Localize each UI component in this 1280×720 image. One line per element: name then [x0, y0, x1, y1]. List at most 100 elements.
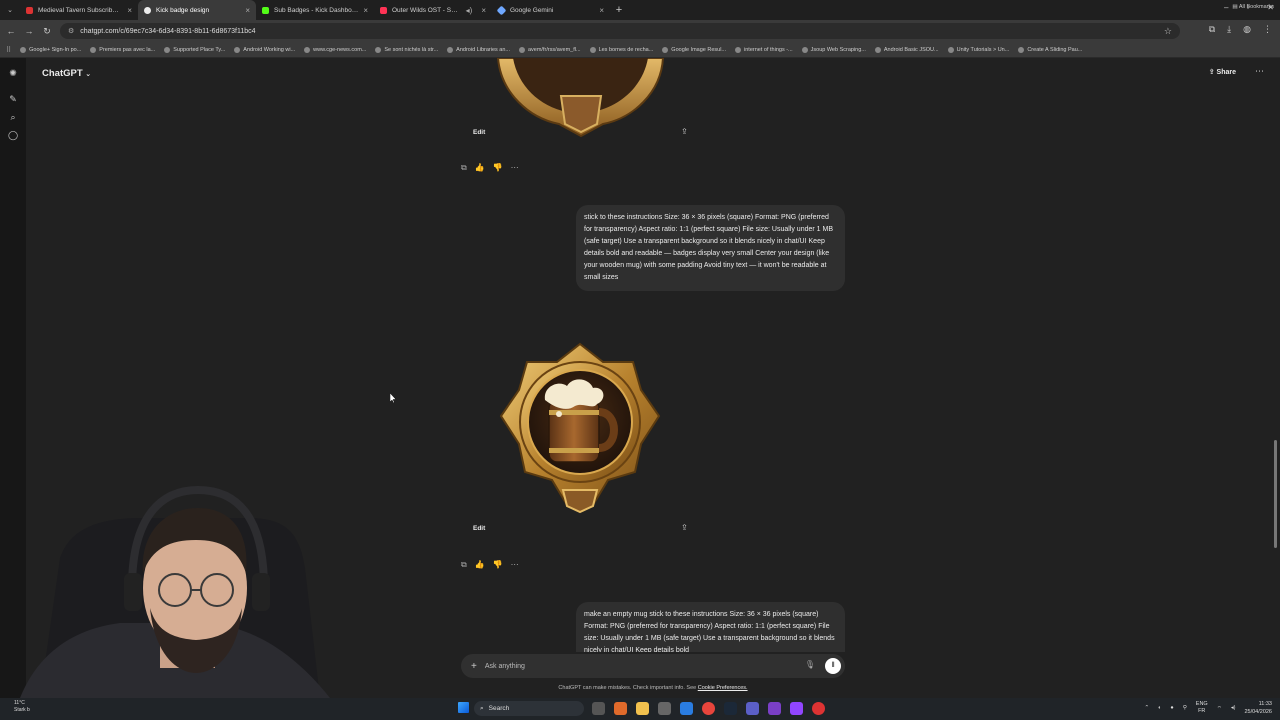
- thumbs-down-icon[interactable]: 👎: [493, 560, 503, 570]
- bookmark-favicon-icon: [874, 46, 881, 53]
- close-icon[interactable]: ×: [127, 6, 132, 15]
- apps-icon[interactable]: ⠿: [6, 46, 11, 54]
- tray-app-icon[interactable]: ●: [1170, 705, 1173, 711]
- bookmark-item[interactable]: Android Libraries an...: [447, 46, 510, 53]
- bookmark-item[interactable]: Android Working wi...: [234, 46, 295, 53]
- scrollbar[interactable]: [1274, 440, 1277, 548]
- chat-bubble-icon[interactable]: ◯: [8, 130, 18, 140]
- star-icon[interactable]: ☆: [1164, 26, 1172, 37]
- thumbs-up-icon[interactable]: 👍: [475, 560, 485, 570]
- thumbs-down-icon[interactable]: 👎: [493, 163, 503, 173]
- clock[interactable]: 11:33 25/04/2026: [1244, 700, 1272, 716]
- share-button[interactable]: ⇪ Share: [1209, 68, 1236, 76]
- more-icon[interactable]: ⋯: [511, 560, 519, 570]
- tab-0[interactable]: Medieval Tavern Subscriber Ba... ×: [20, 0, 138, 20]
- thumbs-up-icon[interactable]: 👍: [475, 163, 485, 173]
- lang-bottom: FR: [1198, 708, 1206, 714]
- mic-icon[interactable]: 🎙: [805, 660, 815, 669]
- bookmark-item[interactable]: avem/fr/rss/avem_fl...: [518, 46, 581, 53]
- weather-label: Stark b: [14, 707, 30, 713]
- mug-badge-image[interactable]: [463, 340, 698, 515]
- visual-studio-icon[interactable]: [768, 702, 781, 715]
- bookmark-item[interactable]: Android Basic JSOU...: [874, 46, 939, 53]
- speaker-icon[interactable]: ◂): [466, 6, 473, 15]
- bookmark-item[interactable]: Premiers pas avec la...: [90, 46, 155, 53]
- edit-image-button[interactable]: Edit: [473, 129, 485, 136]
- more-options-icon[interactable]: ⋯: [1255, 66, 1264, 77]
- bookmark-item[interactable]: internet of things -...: [735, 46, 793, 53]
- bookmark-label: Google+ Sign-In po...: [29, 46, 82, 53]
- wifi-icon[interactable]: ⌔: [1217, 705, 1222, 712]
- bookmark-item[interactable]: Google Image Resul...: [662, 46, 726, 53]
- weather-widget[interactable]: 11°C Stark b: [14, 700, 30, 714]
- badge-image-top[interactable]: [463, 57, 698, 148]
- composer-input[interactable]: Ask anything: [485, 663, 525, 670]
- new-chat-icon[interactable]: ✎: [8, 94, 18, 104]
- obs-icon[interactable]: [812, 702, 825, 715]
- bookmark-favicon-icon: [447, 46, 454, 53]
- minimize-icon[interactable]: –: [1224, 3, 1228, 12]
- file-explorer-icon[interactable]: [636, 702, 649, 715]
- close-icon[interactable]: ×: [363, 6, 368, 15]
- tab-1[interactable]: Kick badge design ×: [138, 0, 256, 20]
- steam-icon[interactable]: [724, 702, 737, 715]
- reload-icon[interactable]: ↻: [38, 26, 56, 37]
- chevron-up-icon[interactable]: ⌃: [1144, 705, 1149, 711]
- outlook-icon[interactable]: [680, 702, 693, 715]
- back-icon[interactable]: ←: [2, 26, 20, 36]
- system-tray: ⌃ ◐ ● ⚲ ENG FR ⌔ ◂) 11:33 25/04/2026: [1144, 700, 1272, 716]
- profile-icon[interactable]: ◍: [1243, 24, 1251, 35]
- start-icon[interactable]: [458, 702, 469, 713]
- tray-app-icon[interactable]: ◐: [1158, 705, 1161, 711]
- bookmark-item[interactable]: Supported Place Ty...: [164, 46, 225, 53]
- language-indicator[interactable]: ENG FR: [1196, 701, 1208, 715]
- site-info-icon[interactable]: ⚙: [68, 27, 74, 35]
- model-selector[interactable]: ChatGPT ⌄: [42, 68, 91, 79]
- menu-icon[interactable]: ⋮: [1263, 24, 1272, 35]
- edit-image-button[interactable]: Edit: [473, 525, 485, 532]
- new-tab-button[interactable]: +: [610, 4, 628, 16]
- address-bar[interactable]: ⚙ chatgpt.com/c/69ec7c34-6d34-8391-8b11-…: [60, 23, 1180, 39]
- copy-icon[interactable]: ⧉: [461, 163, 467, 173]
- bookmark-item[interactable]: Jsoup Web Scraping...: [801, 46, 866, 53]
- taskbar-search[interactable]: ⌕ Search: [474, 701, 584, 716]
- bookmark-item[interactable]: Les bornes de recha...: [589, 46, 653, 53]
- teams-icon[interactable]: [746, 702, 759, 715]
- store-icon[interactable]: [658, 702, 671, 715]
- openai-logo-icon[interactable]: ✺: [8, 68, 18, 78]
- tab-search-icon[interactable]: ⌄: [0, 6, 20, 14]
- share-image-icon[interactable]: ⇪: [681, 523, 688, 532]
- voice-mode-button[interactable]: ⦀: [825, 658, 841, 674]
- bookmark-favicon-icon: [20, 46, 27, 53]
- bookmark-favicon-icon: [234, 46, 241, 53]
- more-icon[interactable]: ⋯: [511, 163, 519, 173]
- bookmark-item[interactable]: Se sont nichés là str...: [375, 46, 438, 53]
- twitch-icon[interactable]: [790, 702, 803, 715]
- bookmark-label: Create A Sliding Pau...: [1027, 46, 1083, 53]
- all-bookmarks[interactable]: ▤ All Bookmarks: [1232, 4, 1274, 10]
- download-icon[interactable]: ⤓: [1227, 24, 1231, 35]
- extensions-icon[interactable]: ⧉: [1209, 24, 1215, 35]
- close-icon[interactable]: ×: [245, 6, 250, 15]
- forward-icon[interactable]: →: [20, 26, 38, 36]
- volume-icon[interactable]: ◂): [1231, 705, 1236, 711]
- tray-app-icon[interactable]: ⚲: [1183, 705, 1187, 711]
- cookie-preferences-link[interactable]: Cookie Preferences.: [698, 685, 748, 691]
- tab-2[interactable]: Sub Badges - Kick Dashboard ×: [256, 0, 374, 20]
- attach-icon[interactable]: +: [471, 661, 477, 672]
- bookmark-item[interactable]: Create A Sliding Pau...: [1018, 46, 1083, 53]
- bookmark-label: Android Basic JSOU...: [883, 46, 939, 53]
- copy-icon[interactable]: ⧉: [461, 560, 467, 570]
- close-icon[interactable]: ×: [481, 6, 486, 15]
- tab-3[interactable]: Outer Wilds OST - Soundtr... ◂) ×: [374, 0, 492, 20]
- tab-4[interactable]: Google Gemini ×: [492, 0, 610, 20]
- close-icon[interactable]: ×: [599, 6, 604, 15]
- task-view-icon[interactable]: [592, 702, 605, 715]
- bookmark-item[interactable]: Unity Tutorials > Un...: [947, 46, 1009, 53]
- app-icon[interactable]: [614, 702, 627, 715]
- share-image-icon[interactable]: ⇪: [681, 127, 688, 136]
- chrome-icon[interactable]: [702, 702, 715, 715]
- search-icon[interactable]: ⌕: [8, 112, 18, 122]
- bookmark-item[interactable]: www.cge-news.com...: [304, 46, 366, 53]
- bookmark-item[interactable]: Google+ Sign-In po...: [20, 46, 82, 53]
